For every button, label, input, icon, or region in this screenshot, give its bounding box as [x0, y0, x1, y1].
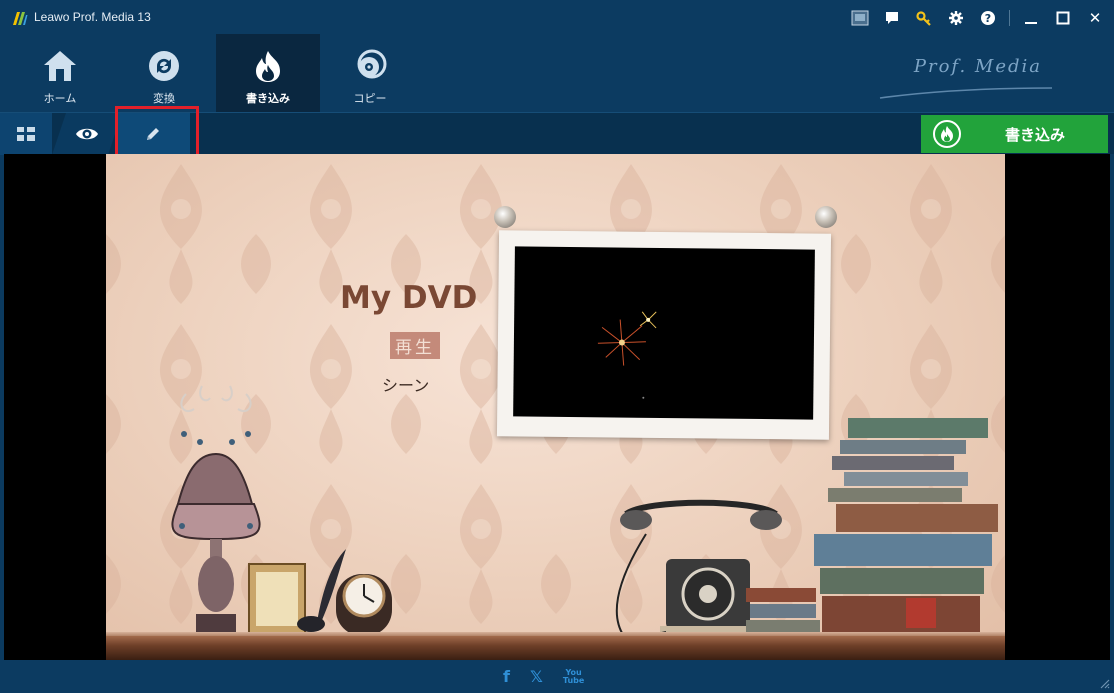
eye-icon [75, 126, 99, 142]
skin-icon[interactable] [847, 6, 873, 30]
photo-frame-image [248, 563, 306, 635]
desk-clock-image [336, 574, 392, 636]
nav-convert[interactable]: 変換 [112, 34, 216, 112]
app-logo-icon [13, 12, 28, 25]
convert-icon [144, 48, 184, 84]
home-icon [40, 48, 80, 84]
burn-button-label: 書き込み [1005, 126, 1066, 144]
nav-home[interactable]: ホーム [8, 34, 112, 112]
app-title: Leawo Prof. Media 13 [34, 10, 151, 24]
decor-objects [171, 385, 998, 642]
social-links: f 𝕏 You Tube [503, 668, 584, 686]
close-button[interactable]: ✕ [1082, 6, 1108, 30]
burn-flame-icon [933, 120, 961, 148]
vintage-telephone-image [615, 499, 782, 642]
edit-menu-button[interactable] [116, 113, 190, 155]
help-icon[interactable]: ? [975, 6, 1001, 30]
title-bar: Leawo Prof. Media 13 ? ✕ [0, 0, 1114, 34]
feedback-icon[interactable] [879, 6, 905, 30]
dvd-menu-canvas: My DVD 再生 シーン [106, 154, 1005, 660]
resize-grip-icon[interactable] [1098, 677, 1110, 689]
register-key-icon[interactable] [911, 6, 937, 30]
settings-gear-icon[interactable] [943, 6, 969, 30]
nav-home-label: ホーム [43, 92, 77, 105]
controls-separator [1009, 10, 1010, 26]
table-lamp-image [171, 385, 261, 632]
nav-convert-label: 変換 [153, 92, 175, 105]
preview-button[interactable] [52, 113, 122, 155]
brand-swoosh [879, 87, 1053, 99]
nav-copy[interactable]: コピー [318, 34, 422, 112]
brand-logo-text: Prof. Media [913, 56, 1042, 77]
book-stack-image [746, 418, 998, 632]
maximize-button[interactable] [1050, 6, 1076, 30]
nav-copy-label: コピー [353, 92, 387, 105]
burn-flame-icon [248, 48, 288, 84]
x-twitter-icon[interactable]: 𝕏 [530, 668, 543, 686]
youtube-text-bottom: Tube [562, 676, 585, 685]
grid-view-icon [17, 127, 35, 141]
facebook-icon[interactable]: f [503, 668, 510, 686]
nav-burn-label: 書き込み [246, 92, 290, 105]
burn-button[interactable]: 書き込み [921, 115, 1108, 153]
pencil-icon [147, 128, 159, 140]
wooden-shelf [106, 636, 1005, 660]
app-window: Leawo Prof. Media 13 ? ✕ ホーム 変換 書き込み コピー… [0, 0, 1114, 693]
youtube-icon[interactable]: You Tube [563, 669, 584, 685]
menu-preview-area: My DVD 再生 シーン [4, 154, 1110, 660]
copy-disc-icon [350, 48, 390, 84]
menu-templates-button[interactable] [0, 113, 52, 155]
main-nav: ホーム 変換 書き込み コピー Prof. Media [0, 34, 1114, 112]
footer-bar: f 𝕏 You Tube [0, 660, 1114, 693]
svg-text:?: ? [985, 12, 991, 25]
nav-burn[interactable]: 書き込み [216, 34, 320, 112]
window-controls: ? ✕ [847, 6, 1108, 30]
minimize-button[interactable] [1018, 6, 1044, 30]
